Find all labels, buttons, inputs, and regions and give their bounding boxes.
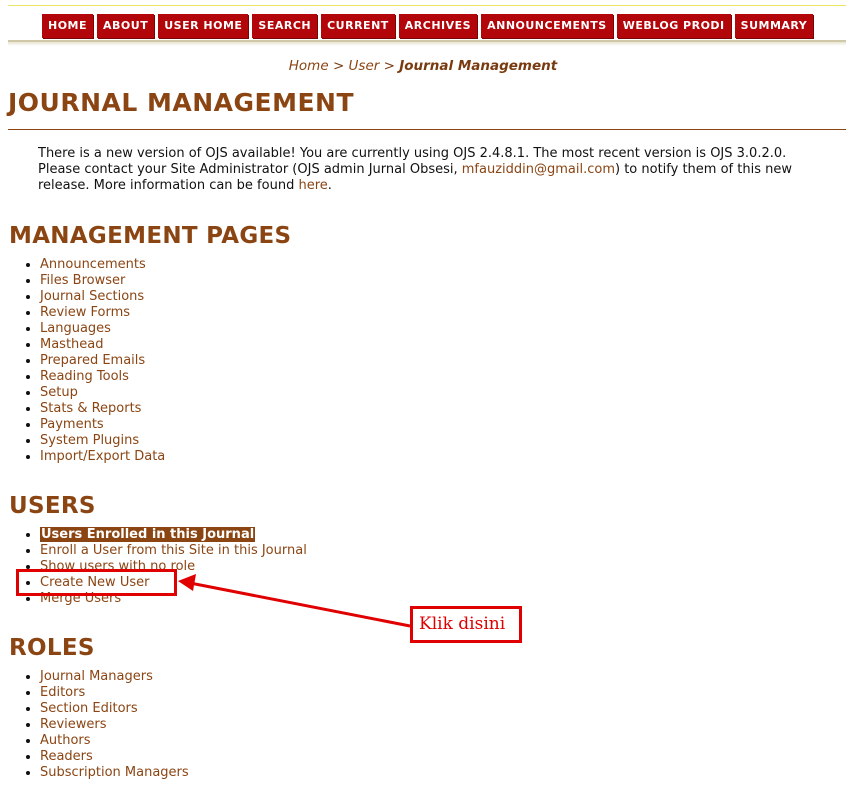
annotation-callout: Klik disini bbox=[410, 606, 522, 643]
annotation-arrow bbox=[178, 574, 411, 628]
